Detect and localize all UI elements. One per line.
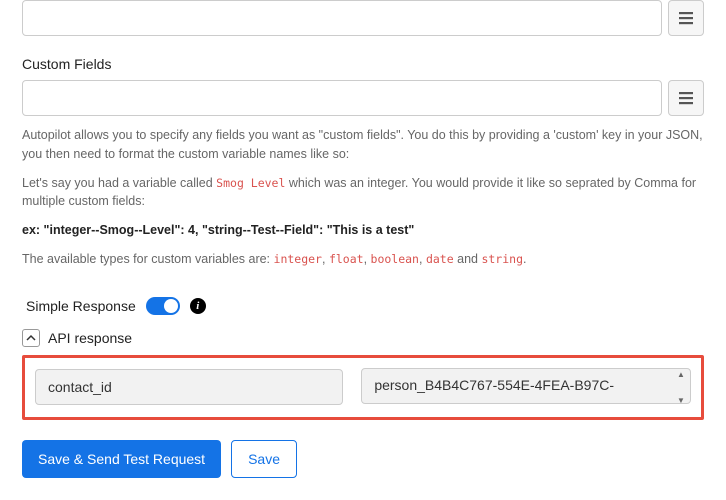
save-send-test-button[interactable]: Save & Send Test Request — [22, 440, 221, 478]
smog-level-code: Smog Level — [216, 176, 285, 190]
custom-fields-example: ex: "integer--Smog--Level": 4, "string--… — [22, 221, 704, 240]
api-response-label: API response — [48, 330, 132, 346]
custom-fields-help-2: Let's say you had a variable called Smog… — [22, 174, 704, 212]
type-string: string — [481, 252, 523, 266]
hamburger-icon — [678, 11, 694, 25]
simple-response-toggle[interactable] — [146, 297, 180, 315]
custom-fields-menu-button[interactable] — [668, 80, 704, 116]
type-boolean: boolean — [371, 252, 419, 266]
type-date: date — [426, 252, 454, 266]
hamburger-icon — [678, 91, 694, 105]
custom-fields-input[interactable] — [22, 80, 662, 116]
toggle-knob — [164, 299, 178, 313]
top-field-menu-button[interactable] — [668, 0, 704, 36]
api-response-collapse-button[interactable] — [22, 329, 40, 347]
info-icon[interactable]: i — [190, 298, 206, 314]
type-integer: integer — [274, 252, 322, 266]
types-pre: The available types for custom variables… — [22, 252, 274, 266]
simple-response-label: Simple Response — [26, 298, 136, 314]
custom-fields-label: Custom Fields — [22, 56, 704, 72]
type-float: float — [329, 252, 364, 266]
chevron-up-icon — [26, 334, 36, 342]
response-value-field[interactable]: person_B4B4C767-554E-4FEA-B97C- — [361, 368, 691, 404]
help2-pre: Let's say you had a variable called — [22, 176, 216, 190]
custom-fields-types: The available types for custom variables… — [22, 250, 704, 269]
custom-fields-help-1: Autopilot allows you to specify any fiel… — [22, 126, 704, 164]
save-button[interactable]: Save — [231, 440, 297, 478]
top-input[interactable] — [22, 0, 662, 36]
api-response-highlight-box: person_B4B4C767-554E-4FEA-B97C- ▲ ▼ — [22, 355, 704, 420]
response-key-field[interactable] — [35, 369, 343, 405]
